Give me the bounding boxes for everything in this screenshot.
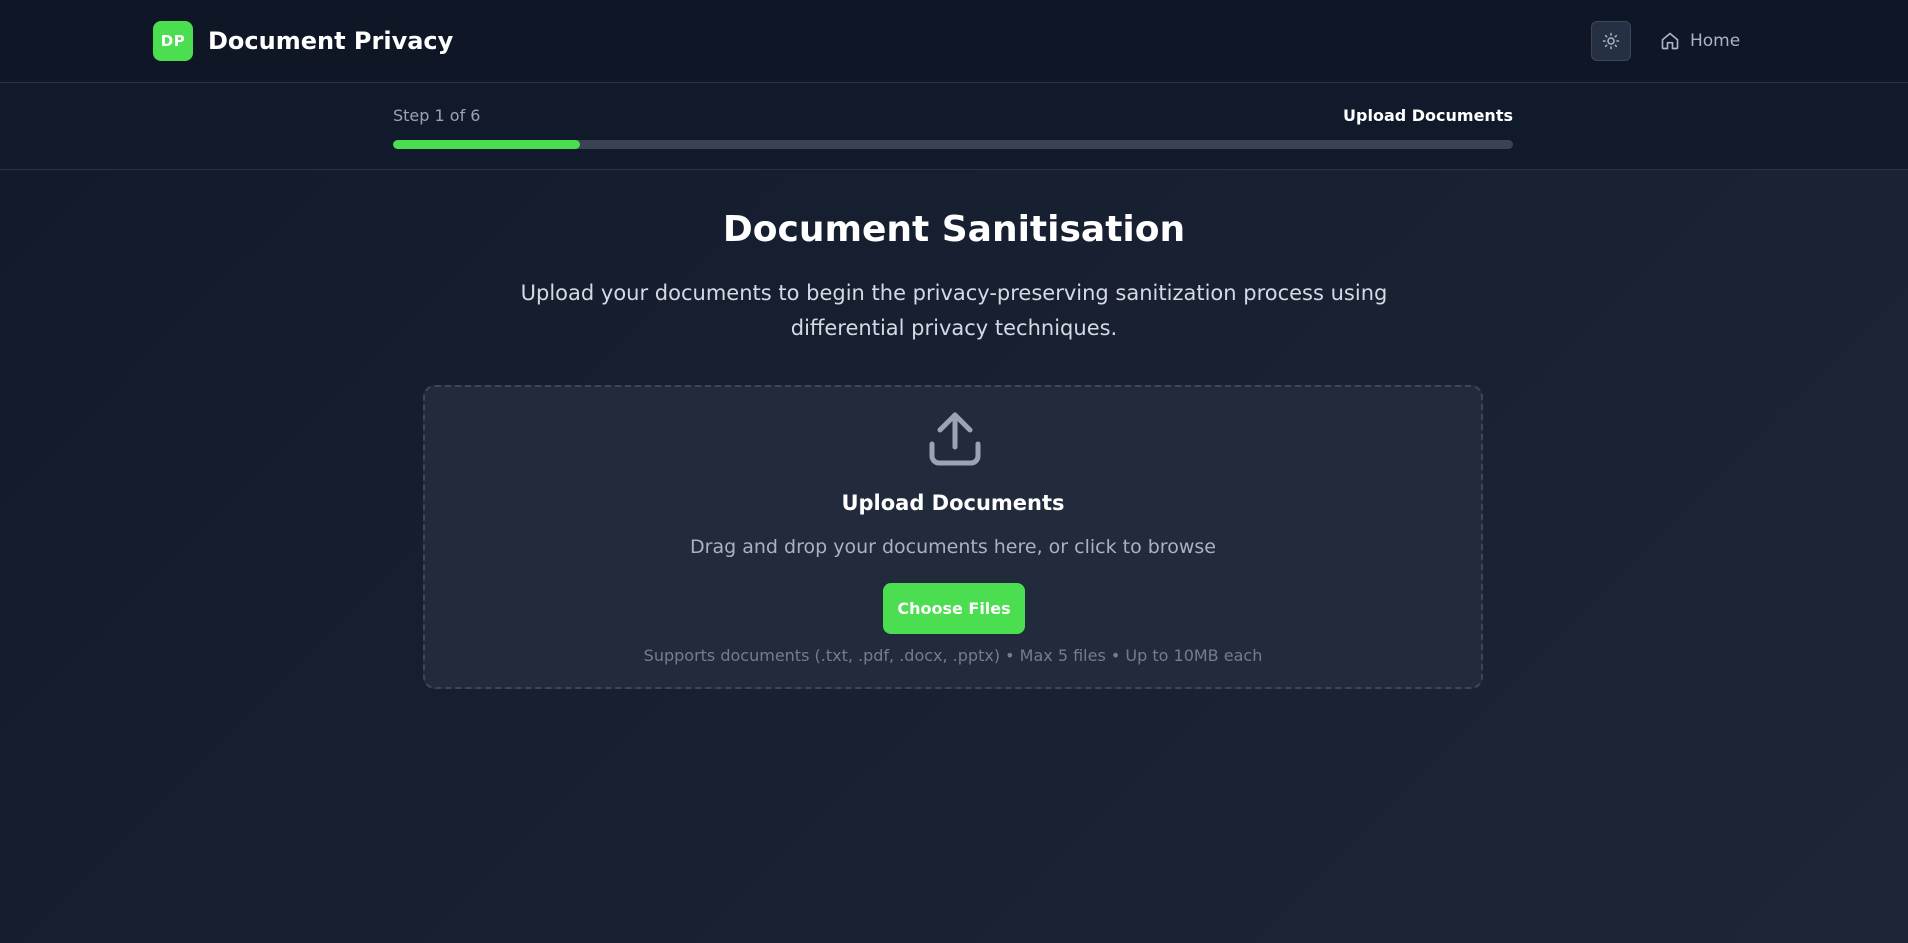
progress-bar-fill bbox=[393, 140, 580, 149]
choose-files-button[interactable]: Choose Files bbox=[883, 583, 1025, 634]
upload-icon bbox=[929, 412, 981, 466]
dropzone-title: Upload Documents bbox=[841, 491, 1065, 515]
current-step-name: Upload Documents bbox=[1343, 106, 1513, 125]
step-progress: Step 1 of 6 Upload Documents bbox=[0, 83, 1908, 170]
brand-title[interactable]: Document Privacy bbox=[208, 26, 453, 56]
theme-toggle-button[interactable] bbox=[1591, 21, 1631, 61]
upload-dropzone[interactable]: Upload Documents Drag and drop your docu… bbox=[423, 385, 1483, 689]
step-counter: Step 1 of 6 bbox=[393, 106, 481, 125]
top-navbar: DP Document Privacy Home bbox=[0, 0, 1908, 83]
dropzone-supported-formats-note: Supports documents (.txt, .pdf, .docx, .… bbox=[643, 646, 1263, 665]
home-link[interactable]: Home bbox=[1660, 28, 1740, 54]
page-title: Document Sanitisation bbox=[722, 209, 1186, 250]
page-subtitle: Upload your documents to begin the priva… bbox=[520, 281, 1388, 340]
sun-icon bbox=[1602, 32, 1620, 50]
logo-badge[interactable]: DP bbox=[153, 21, 193, 61]
dropzone-description: Drag and drop your documents here, or cl… bbox=[690, 536, 1216, 558]
home-link-label: Home bbox=[1690, 31, 1741, 51]
home-icon bbox=[1661, 32, 1679, 50]
progress-bar bbox=[393, 140, 1513, 149]
